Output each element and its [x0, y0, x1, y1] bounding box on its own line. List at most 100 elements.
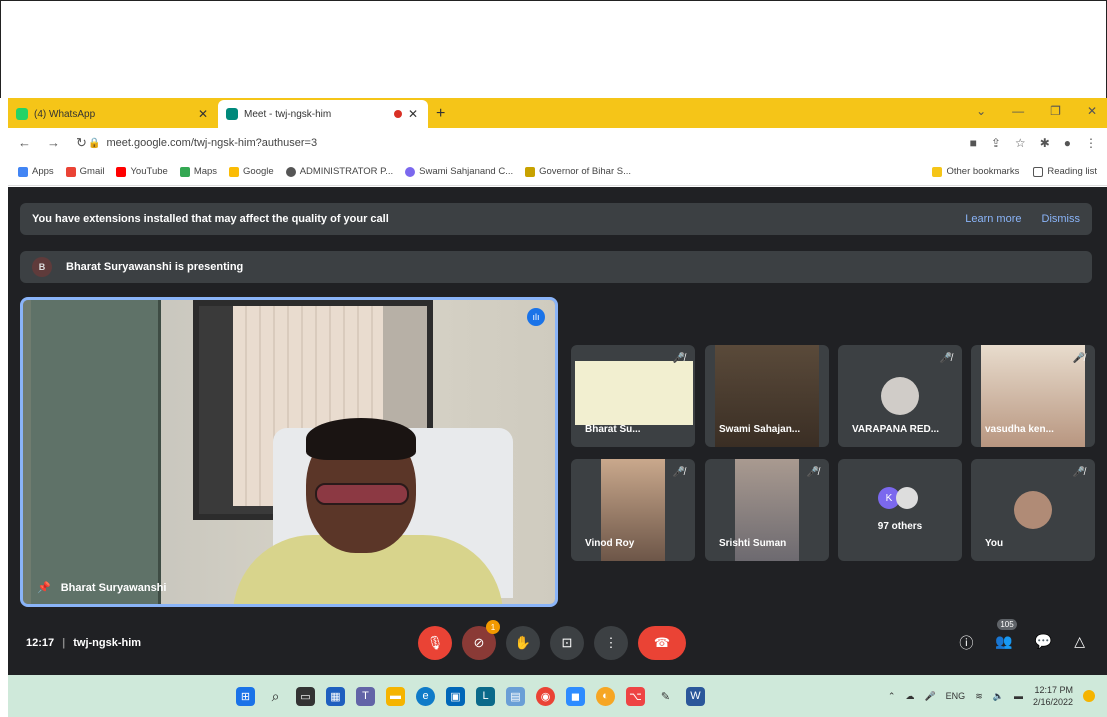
main-speaker-tile[interactable]: ılı 📌 Bharat Suryawanshi [20, 297, 558, 607]
bookmark-administrator[interactable]: ADMINISTRATOR P... [285, 166, 393, 177]
file-explorer-icon[interactable]: ▬ [386, 686, 405, 706]
taskbar-apps: ⊞ ⌕ ▭ ▦ T ▬ e ▣ L ▤ ◉ ◼ ◐ ⌥ ✎ W [236, 686, 705, 706]
blank-top-area [0, 0, 1107, 98]
people-count: 105 [997, 619, 1017, 630]
new-tab-button[interactable]: + [436, 105, 445, 123]
app-pen-icon[interactable]: ✎ [656, 687, 675, 706]
profile-avatar[interactable]: ● [1064, 136, 1071, 150]
participant-tile[interactable]: Swami Sahajan... [705, 345, 829, 447]
task-view-icon[interactable]: ▭ [296, 686, 315, 706]
presentation-thumbnail [575, 361, 693, 425]
activities-icon[interactable]: △ [1074, 633, 1085, 653]
camera-off-icon: ⊘ [473, 635, 485, 650]
info-icon[interactable]: ⓘ [959, 633, 973, 653]
extensions-icon[interactable]: ✱ [1040, 136, 1050, 150]
store-icon[interactable]: ▣ [446, 686, 465, 706]
bookmark-swami[interactable]: Swami Sahjanand C... [405, 166, 513, 177]
mic-tray-icon[interactable]: 🎤 [924, 691, 935, 702]
mic-off-icon: 🎤̸ [939, 353, 952, 364]
battery-icon[interactable]: ▬ [1014, 691, 1023, 701]
edge-icon[interactable]: e [416, 686, 435, 706]
chrome-icon[interactable]: ◉ [536, 686, 555, 706]
window-controls: ⌄ — ❐ ✕ [976, 104, 1097, 118]
main-speaker-name: 📌 Bharat Suryawanshi [37, 581, 166, 595]
share-icon[interactable]: ⇪ [991, 136, 1001, 150]
participant-tile[interactable]: 🎤̸ vasudha ken... [971, 345, 1095, 447]
forward-icon[interactable]: → [47, 135, 60, 151]
close-window-icon[interactable]: ✕ [1087, 104, 1097, 118]
bookmark-gmail[interactable]: Gmail [65, 166, 104, 177]
restore-icon[interactable]: ❐ [1050, 104, 1061, 118]
tab-whatsapp[interactable]: (4) WhatsApp ✕ [8, 100, 218, 128]
camera-toggle-button[interactable]: ⊘ 1 [462, 620, 500, 660]
speaking-indicator-icon: ılı [527, 308, 545, 326]
search-icon[interactable]: ⌕ [266, 687, 285, 706]
pin-icon[interactable]: 📌 [37, 581, 51, 594]
self-tile[interactable]: 🎤̸ You [971, 459, 1095, 561]
mic-off-icon: 🎤̸ [672, 467, 685, 478]
participant-name: Srishti Suman [719, 538, 787, 549]
reload-icon[interactable]: ↻ [76, 135, 87, 151]
tray-chevron-icon[interactable]: ⌃ [888, 691, 896, 702]
browser-tools: ■ ⇪ ☆ ✱ ● ⋮ [970, 136, 1097, 150]
participant-name: You [985, 538, 1004, 549]
minimize-icon[interactable]: — [1012, 104, 1024, 118]
others-tile[interactable]: K 97 others [838, 459, 962, 561]
widgets-icon[interactable]: ▦ [326, 686, 345, 706]
mic-toggle-button[interactable]: 🎙 [418, 626, 452, 660]
bookmark-apps[interactable]: Apps [18, 166, 54, 177]
url-input[interactable]: meet.google.com/twj-ngsk-him?authuser=3 [106, 137, 969, 149]
participant-tile[interactable]: 🎤̸ Srishti Suman [705, 459, 829, 561]
people-button[interactable]: 105 👥 [995, 619, 1017, 653]
chevron-down-icon[interactable]: ⌄ [976, 104, 986, 118]
mic-off-icon: 🎤̸ [672, 353, 685, 364]
participant-tile[interactable]: 🎤̸ VARAPANA RED... [838, 345, 962, 447]
language-indicator[interactable]: ENG [946, 691, 966, 701]
back-icon[interactable]: ← [18, 135, 31, 151]
star-icon[interactable]: ☆ [1015, 136, 1026, 150]
bookmark-google[interactable]: Google [229, 166, 274, 177]
camera-icon[interactable]: ■ [970, 136, 977, 150]
menu-icon[interactable]: ⋮ [1085, 136, 1097, 150]
app-icon[interactable]: ▤ [506, 686, 525, 706]
notification-icon[interactable] [1083, 690, 1095, 702]
reading-list[interactable]: Reading list [1033, 166, 1097, 177]
dismiss-button[interactable]: Dismiss [1042, 213, 1081, 225]
clock[interactable]: 12:17 PM 2/16/2022 [1033, 684, 1073, 708]
self-avatar [1014, 491, 1052, 529]
participant-name: Swami Sahajan... [719, 424, 801, 435]
participant-tile[interactable]: 🎤̸ Vinod Roy [571, 459, 695, 561]
bookmark-governor[interactable]: Governor of Bihar S... [525, 166, 631, 177]
app-l-icon[interactable]: L [476, 686, 495, 706]
chat-icon[interactable]: 💬 [1035, 633, 1052, 653]
teams-icon[interactable]: T [356, 686, 375, 706]
other-bookmarks[interactable]: Other bookmarks [932, 166, 1019, 177]
tab-label: (4) WhatsApp [34, 108, 96, 120]
more-options-button[interactable]: ⋮ [594, 626, 628, 660]
emblem-icon [525, 166, 536, 177]
google-icon [229, 166, 240, 177]
present-button[interactable]: ⊡ [550, 626, 584, 660]
app-orange-icon[interactable]: ◐ [596, 686, 615, 706]
participant-tile[interactable]: 🎤̸ Bharat Su... [571, 345, 695, 447]
video-glasses [315, 483, 409, 505]
app-red-icon[interactable]: ⌥ [626, 686, 645, 706]
wifi-icon[interactable]: ≋ [975, 691, 983, 702]
close-icon[interactable]: ✕ [198, 107, 208, 121]
youtube-icon [116, 166, 127, 177]
start-icon[interactable]: ⊞ [236, 686, 255, 706]
others-avatar-2 [896, 487, 918, 509]
bookmark-youtube[interactable]: YouTube [116, 166, 168, 177]
tab-meet[interactable]: Meet - twj-ngsk-him ✕ [218, 100, 428, 128]
word-icon[interactable]: W [686, 686, 705, 706]
volume-icon[interactable]: 🔈 [993, 691, 1004, 702]
leave-call-button[interactable]: ☎ [638, 626, 686, 660]
close-icon[interactable]: ✕ [408, 107, 418, 121]
people-icon: 👥 [995, 633, 1013, 649]
raise-hand-button[interactable]: ✋ [506, 626, 540, 660]
cloud-icon[interactable]: ☁ [905, 691, 914, 702]
mic-off-icon: 🎤̸ [1072, 467, 1085, 478]
zoom-icon[interactable]: ◼ [566, 686, 585, 706]
bookmark-maps[interactable]: Maps [179, 166, 217, 177]
learn-more-link[interactable]: Learn more [965, 213, 1021, 225]
